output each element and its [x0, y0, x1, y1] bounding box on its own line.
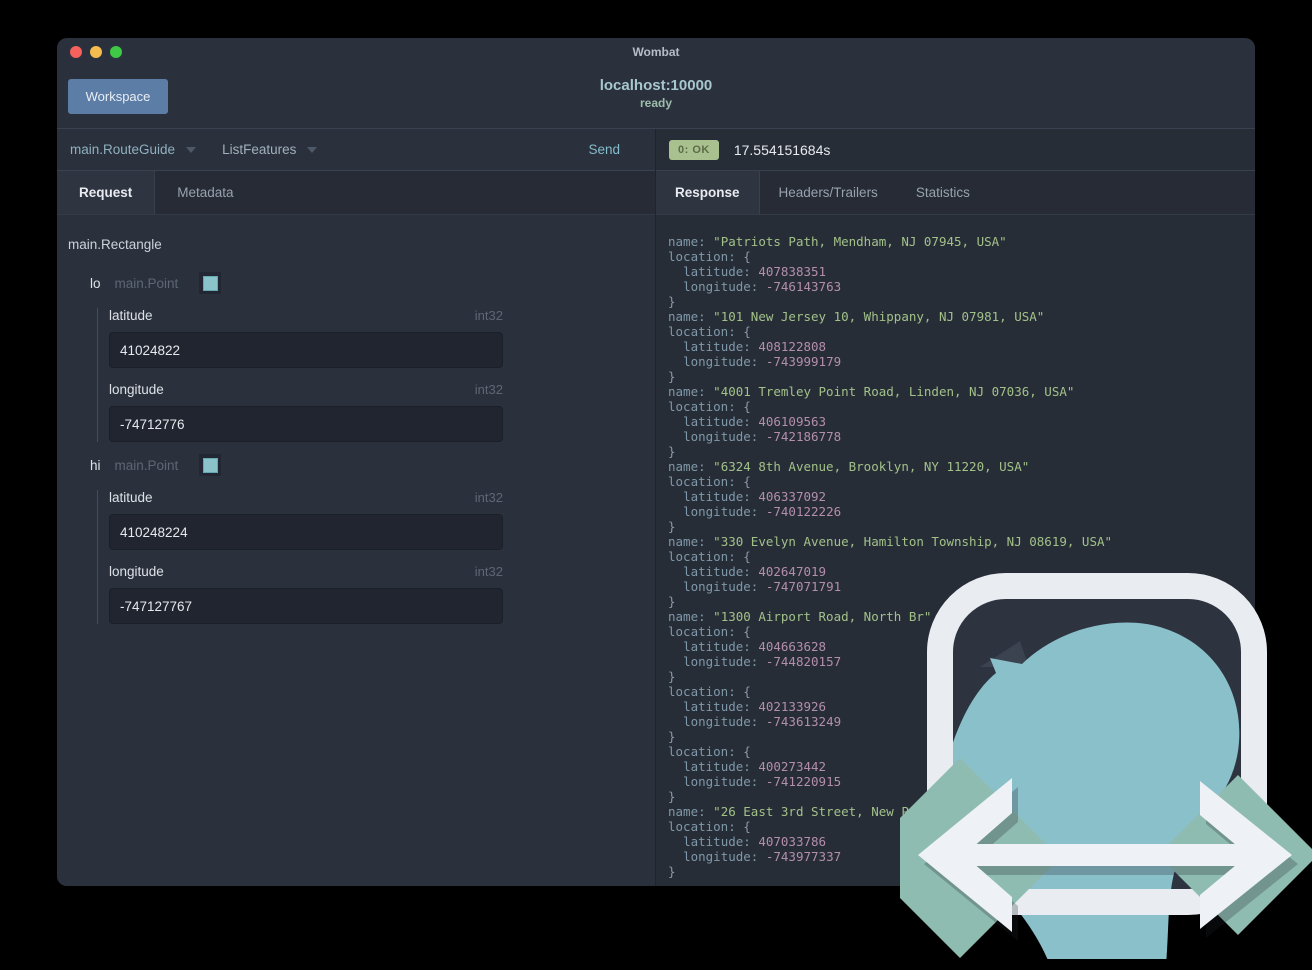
form-groups: lo main.Point latitude int32 41024822 longitu…	[68, 272, 639, 624]
field-hi-longitude: longitude int32 -747127767	[109, 564, 639, 624]
status-badge: 0: OK	[669, 139, 719, 160]
field-type: int32	[474, 382, 503, 397]
latitude-input[interactable]: 41024822	[109, 332, 503, 368]
server-block: localhost:10000 ready	[57, 77, 1255, 110]
desktop: { "window": { "title": "Wombat" }, "head…	[0, 0, 1312, 960]
checkbox-fill	[202, 275, 218, 291]
field-type: int32	[474, 564, 503, 579]
field-label: longitude	[109, 382, 164, 397]
group-fields: latitude int32 410248224 longitude int32 -747…	[97, 490, 639, 624]
close-icon[interactable]	[70, 46, 82, 58]
field-type: int32	[474, 490, 503, 505]
longitude-input[interactable]: -74712776	[109, 406, 503, 442]
chevron-down-icon	[307, 146, 318, 153]
response-toolbar: 0: OK 17.554151684s	[656, 129, 1255, 171]
response-tabstrip: Response Headers/Trailers Statistics	[656, 171, 1255, 215]
header: Workspace localhost:10000 ready	[57, 66, 1255, 128]
request-panel: main.RouteGuide ListFeatures Send Reques…	[57, 129, 656, 886]
group-type: main.Point	[114, 275, 179, 291]
group-type: main.Point	[114, 457, 179, 473]
group-fields: latitude int32 41024822 longitude int32 -7471…	[97, 308, 639, 442]
method-select[interactable]: ListFeatures	[222, 142, 318, 157]
titlebar: Wombat	[57, 38, 1255, 66]
field-label-row: longitude int32	[109, 564, 503, 579]
request-tabstrip: Request Metadata	[57, 171, 655, 215]
field-hi-latitude: latitude int32 410248224	[109, 490, 639, 550]
service-select[interactable]: main.RouteGuide	[70, 142, 197, 157]
response-panel: 0: OK 17.554151684s Response Headers/Trai…	[656, 129, 1255, 886]
response-content[interactable]: name: "Patriots Path, Mendham, NJ 07945,…	[656, 215, 1255, 886]
tab-request[interactable]: Request	[57, 171, 156, 214]
field-type: int32	[474, 308, 503, 323]
service-select-value: main.RouteGuide	[70, 142, 176, 157]
checkbox-checked-icon[interactable]	[199, 454, 222, 476]
group-name: lo	[90, 275, 101, 291]
send-button[interactable]: Send	[588, 142, 620, 157]
field-label-row: longitude int32	[109, 382, 503, 397]
field-lo-longitude: longitude int32 -74712776	[109, 382, 639, 442]
zoom-icon[interactable]	[110, 46, 122, 58]
tab-response[interactable]: Response	[656, 171, 760, 214]
field-label-row: latitude int32	[109, 490, 503, 505]
group-name: hi	[90, 457, 101, 473]
checkbox-fill	[202, 457, 218, 473]
checkbox-checked-icon[interactable]	[199, 272, 222, 294]
message-type-label: main.Rectangle	[68, 237, 162, 252]
minimize-icon[interactable]	[90, 46, 102, 58]
group-header-lo: lo main.Point	[90, 272, 639, 294]
tab-metadata[interactable]: Metadata	[155, 171, 255, 214]
field-group-lo: lo main.Point latitude int32 41024822 longitu…	[68, 272, 639, 442]
field-label-row: latitude int32	[109, 308, 503, 323]
chevron-down-icon	[186, 146, 197, 153]
server-status: ready	[639, 96, 673, 110]
field-lo-latitude: latitude int32 41024822	[109, 308, 639, 368]
server-address: localhost:10000	[599, 77, 713, 94]
request-toolbar: main.RouteGuide ListFeatures Send	[57, 129, 655, 171]
method-select-value: ListFeatures	[222, 142, 297, 157]
main-columns: main.RouteGuide ListFeatures Send Reques…	[57, 128, 1255, 886]
app-window: Wombat Workspace localhost:10000 ready m…	[57, 38, 1255, 886]
field-group-hi: hi main.Point latitude int32 410248224 longit…	[68, 454, 639, 624]
latitude-input[interactable]: 410248224	[109, 514, 503, 550]
window-title: Wombat	[632, 45, 680, 59]
field-label: longitude	[109, 564, 164, 579]
tab-statistics[interactable]: Statistics	[897, 171, 989, 214]
traffic-lights	[70, 46, 122, 58]
request-form: main.Rectangle lo main.Point latitude int32…	[57, 215, 655, 886]
group-header-hi: hi main.Point	[90, 454, 639, 476]
field-label: latitude	[109, 490, 153, 505]
tab-headers-trailers[interactable]: Headers/Trailers	[760, 171, 897, 214]
field-label: latitude	[109, 308, 153, 323]
response-code: name: "Patriots Path, Mendham, NJ 07945,…	[668, 234, 1113, 879]
longitude-input[interactable]: -747127767	[109, 588, 503, 624]
duration-label: 17.554151684s	[733, 141, 831, 158]
